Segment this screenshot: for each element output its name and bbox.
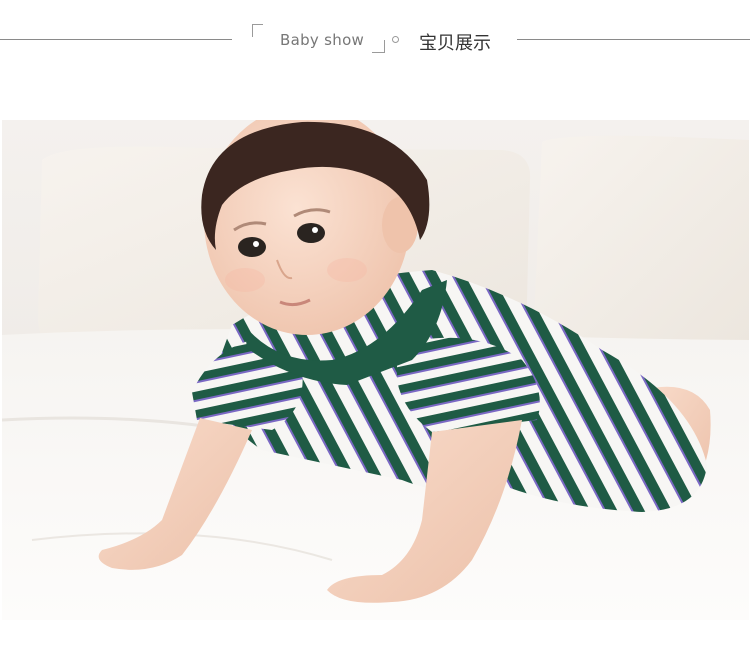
circle-decoration	[392, 36, 399, 43]
bracket-decoration-left	[252, 24, 263, 37]
section-header: Baby show 宝贝展示	[0, 0, 750, 120]
right-divider-line	[517, 39, 750, 40]
baby-photo	[2, 120, 749, 620]
bracket-decoration-right	[372, 40, 385, 53]
section-title-chinese: 宝贝展示	[419, 33, 491, 54]
section-title-english: Baby show	[280, 31, 365, 49]
left-divider-line	[0, 39, 232, 40]
